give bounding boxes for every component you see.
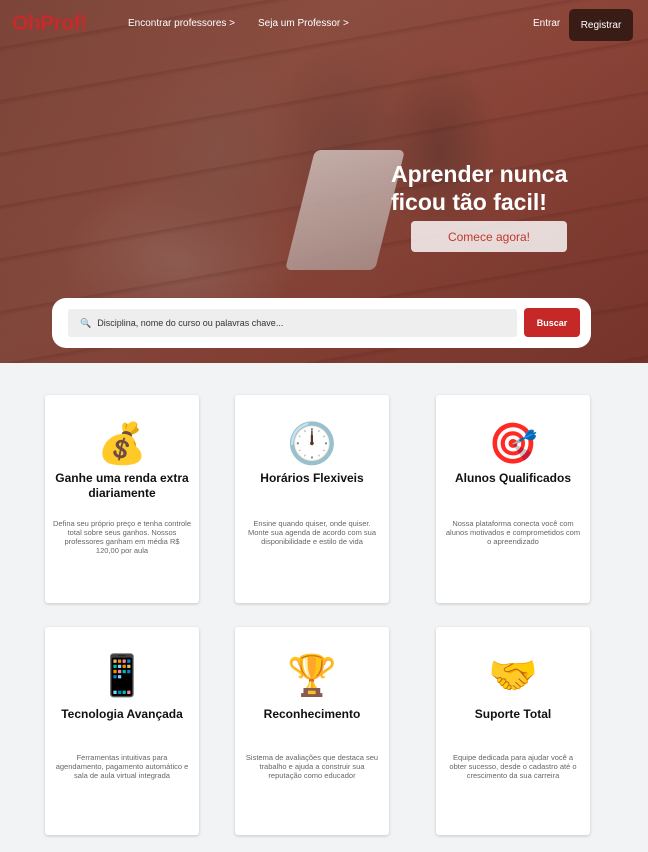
feature-description: Sistema de avaliações que destaca seu tr… [245,753,379,780]
phone-icon: 📱 [97,654,147,698]
feature-title: Horários Flexiveis [260,471,364,485]
register-button[interactable]: Registrar [569,9,633,41]
search-bar: 🔍 Disciplina, nome do curso ou palavras … [52,298,591,348]
top-nav: OhProf! Encontrar professores > Seja um … [0,0,648,48]
login-link[interactable]: Entrar [533,18,560,29]
feature-title: Ganhe uma renda extra diariamente [55,471,189,500]
target-icon: 🎯 [488,422,538,466]
feature-card-recognition: 🏆 Reconhecimento Sistema de avaliações q… [235,627,389,835]
feature-card-income: 💰 Ganhe uma renda extra diariamente Defi… [45,395,199,603]
start-now-button[interactable]: Comece agora! [411,221,567,252]
search-placeholder: Disciplina, nome do curso ou palavras ch… [97,318,284,328]
feature-card-technology: 📱 Tecnologia Avançada Ferramentas intuit… [45,627,199,835]
feature-description: Defina seu próprio preço e tenha control… [53,519,192,555]
feature-title: Suporte Total [474,707,552,721]
trophy-icon: 🏆 [287,654,337,698]
nav-find-teachers[interactable]: Encontrar professores > [128,18,235,29]
clock-icon: 🕛 [287,422,337,466]
feature-description: Nossa plataforma conecta você com alunos… [445,519,581,546]
hero-headline-line2: ficou tão facil! [391,189,547,215]
logo[interactable]: OhProf! [12,12,87,36]
handshake-icon: 🤝 [488,654,538,698]
feature-card-support: 🤝 Suporte Total Equipe dedicada para aju… [436,627,590,835]
hero-headline: Aprender nunca ficou tão facil! [391,160,621,216]
hero-headline-line1: Aprender nunca [391,161,568,187]
search-button[interactable]: Buscar [524,308,580,337]
feature-description: Equipe dedicada para ajudar você a obter… [449,753,577,780]
feature-title: Tecnologia Avançada [61,707,183,721]
feature-card-schedule: 🕛 Horários Flexiveis Ensine quando quise… [235,395,389,603]
feature-description: Ferramentas intuitivas para agendamento,… [55,753,189,780]
feature-title: Alunos Qualificados [454,471,571,485]
hero-banner: OhProf! Encontrar professores > Seja um … [0,0,648,363]
money-bag-icon: 💰 [97,422,147,466]
search-icon: 🔍 [80,317,92,328]
nav-become-teacher[interactable]: Seja um Professor > [258,18,349,29]
feature-title: Reconhecimento [263,707,361,721]
feature-card-students: 🎯 Alunos Qualificados Nossa plataforma c… [436,395,590,603]
search-input[interactable]: 🔍 Disciplina, nome do curso ou palavras … [68,309,517,337]
feature-description: Ensine quando quiser, onde quiser. Monte… [247,519,376,546]
